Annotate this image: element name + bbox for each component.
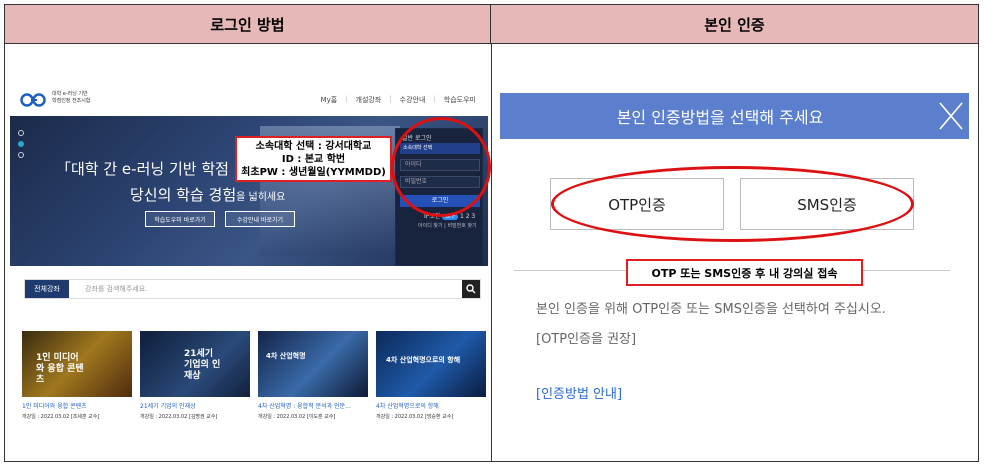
course-title: 1인 미디어와 융합 콘텐츠	[22, 403, 87, 410]
header-login-method: 로그인 방법	[5, 5, 491, 44]
hero-subheadline: 당신의 학습 경험을 넓히세요	[130, 184, 285, 205]
course-title: 4차 산업혁명 : 융합적 분석과 인문...	[258, 403, 351, 410]
course-start-date: 개강일 : 2022.03.02 [김명권 교수]	[140, 414, 218, 420]
find-account-links[interactable]: 아이디 찾기 | 비밀번호 찾기	[418, 222, 477, 229]
auth-description: 본인 인증을 위해 OTP인증 또는 SMS인증을 선택하여 주십시오.	[536, 302, 886, 317]
nav-courses[interactable]: 개설강좌	[356, 95, 382, 105]
auth-options-highlight-ellipse	[551, 166, 914, 242]
auth-modal-header: 본인 인증방법을 선택해 주세요	[500, 93, 969, 139]
logo-line-2: 학점인정 전조시험	[52, 98, 91, 104]
auth-modal-title: 본인 인증방법을 선택해 주세요	[616, 108, 824, 127]
course-start-date: 개강일 : 2022.03.02 [조세훈 교수]	[22, 414, 100, 420]
course-thumbnail: 4차 산업혁명	[258, 331, 368, 397]
nav-separator: |	[433, 95, 436, 103]
course-card[interactable]: 21세기 기업의 인재상 21세기 기업의 인재상 개강일 : 2022.03.…	[140, 331, 250, 420]
hero-subheadline-main: 당신의 학습 경험	[130, 186, 237, 204]
thumbnail-title: 4차 산업혁명으로의 항해	[386, 356, 461, 364]
course-thumbnail: 21세기 기업의 인재상	[140, 331, 250, 397]
slider-dot-active[interactable]	[18, 141, 24, 147]
slider-dots	[18, 130, 24, 163]
hero-subheadline-small: 을 넓히세요	[236, 192, 286, 203]
thumbnail-title: 1인 미디어와 융합 콘텐츠	[36, 353, 84, 385]
login-highlight-circle	[391, 117, 491, 217]
course-start-date: 개강일 : 2022.03.02 [방승환 교수]	[376, 414, 454, 420]
course-card[interactable]: 4차 산업혁명 4차 산업혁명 : 융합적 분석과 인문... 개강일 : 20…	[258, 331, 368, 420]
slider-dot[interactable]	[18, 130, 24, 136]
search-input[interactable]: 강좌를 검색해주세요.	[85, 280, 147, 298]
otp-recommendation: [OTP인증을 권장]	[536, 332, 637, 347]
slider-dot[interactable]	[18, 152, 24, 158]
logo-text: 대학 e-러닝 기반 학점인정 전조시험	[52, 91, 112, 105]
header-identity-verification: 본인 인증	[491, 5, 978, 44]
nav-learning-help[interactable]: 학습도우미	[444, 95, 476, 105]
logo-icon	[20, 93, 46, 107]
learning-help-button[interactable]: 학습도우미 바로가기	[145, 211, 215, 227]
nav-separator: |	[389, 95, 392, 103]
callout-password: 최초PW : 생년월일(YYMMDD)	[241, 167, 386, 178]
callout-id: ID : 본교 학번	[281, 154, 346, 165]
ip-security-levels[interactable]: 1 2 3	[460, 213, 475, 220]
course-card[interactable]: 1인 미디어와 융합 콘텐츠 1인 미디어와 융합 콘텐츠 개강일 : 2022…	[22, 331, 132, 420]
course-thumbnail: 1인 미디어와 융합 콘텐츠	[22, 331, 132, 397]
course-list: 1인 미디어와 융합 콘텐츠 1인 미디어와 융합 콘텐츠 개강일 : 2022…	[22, 331, 486, 431]
logo-line-1: 대학 e-러닝 기반	[52, 91, 88, 97]
enrollment-guide-button[interactable]: 수강안내 바로가기	[225, 211, 295, 227]
course-title: 21세기 기업의 인재상	[140, 403, 196, 410]
callout-university: 소속대학 선택 : 강서대학교	[255, 141, 372, 152]
nav-links: My홈 | 개설강좌 | 수강안내 | 학습도우미	[321, 95, 476, 105]
thumbnail-title: 21세기 기업의 인재상	[184, 349, 221, 381]
nav-separator: |	[345, 95, 348, 103]
nav-enrollment-guide[interactable]: 수강안내	[400, 95, 426, 105]
close-icon[interactable]	[937, 99, 965, 133]
login-info-callout: 소속대학 선택 : 강서대학교 ID : 본교 학번 최초PW : 생년월일(Y…	[235, 136, 392, 182]
auth-callout: OTP 또는 SMS인증 후 내 강의실 접속	[626, 259, 863, 286]
top-navigation: 대학 e-러닝 기반 학점인정 전조시험 My홈 | 개설강좌 | 수강안내 |…	[10, 83, 488, 116]
hero-headline: 「대학 간 e-러닝 기반 학점	[56, 160, 229, 178]
thumbnail-title: 4차 산업혁명	[266, 352, 306, 360]
search-button[interactable]	[462, 280, 480, 298]
course-card[interactable]: 4차 산업혁명으로의 항해 4차 산업혁명으로의 항해 개강일 : 2022.0…	[376, 331, 486, 420]
nav-my-home[interactable]: My홈	[321, 95, 338, 105]
course-title: 4차 산업혁명으로의 항해	[376, 403, 439, 410]
course-thumbnail: 4차 산업혁명으로의 항해	[376, 331, 486, 397]
course-search-bar: 전체강좌 강좌를 검색해주세요.	[24, 279, 481, 299]
column-divider	[491, 44, 492, 462]
all-courses-tab[interactable]: 전체강좌	[25, 280, 69, 298]
course-start-date: 개강일 : 2022.03.02 [이도훈 교수]	[258, 414, 336, 420]
auth-guide-link[interactable]: [인증방법 안내]	[536, 383, 622, 402]
search-icon	[466, 284, 476, 294]
